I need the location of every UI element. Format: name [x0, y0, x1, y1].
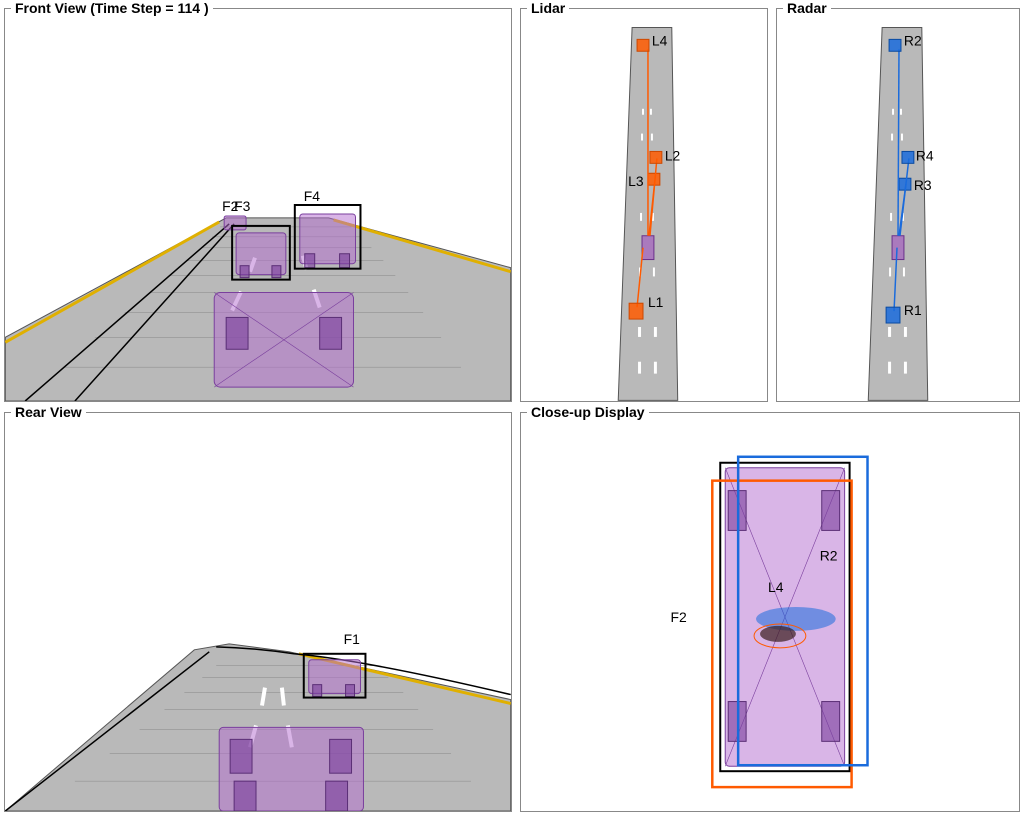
rear-view-panel: Rear View F1	[4, 412, 512, 812]
lidar-panel: Lidar L1 L3	[520, 8, 768, 402]
lidar-L4-label: L4	[652, 32, 668, 48]
target-F3	[232, 226, 290, 280]
lidar-L3-label: L3	[628, 173, 644, 189]
closeup-radar-label: R2	[820, 547, 838, 563]
front-view-canvas: F2 F3 F4	[5, 9, 511, 401]
lidar-L2-label: L2	[665, 147, 681, 163]
radar-ego	[892, 236, 904, 260]
radar-R2-label: R2	[904, 32, 922, 48]
closeup-lidar-label: L4	[768, 579, 784, 595]
lidar-canvas: L1 L3 L2 L4	[521, 9, 767, 401]
radar-panel: Radar R1 R3	[776, 8, 1020, 402]
target-F1: F1	[304, 631, 366, 698]
ego-vehicle-rear	[219, 727, 363, 811]
radar-R4-label: R4	[916, 147, 934, 163]
lidar-ego	[642, 236, 654, 260]
lidar-L1-label: L1	[648, 294, 664, 310]
closeup-fused-label: F2	[671, 609, 688, 625]
closeup-panel: Close-up Display F2 L4 R2	[520, 412, 1020, 812]
closeup-canvas: F2 L4 R2	[521, 413, 1019, 811]
radar-canvas: R1 R3 R4 R2	[777, 9, 1019, 401]
ego-vehicle-front	[214, 293, 353, 388]
target-F1-label: F1	[344, 631, 361, 647]
target-F4: F4	[295, 188, 361, 269]
radar-R1-label: R1	[904, 302, 922, 318]
target-F3-toplabel: F3	[234, 198, 250, 214]
front-view-panel: Front View (Time Step = 114 )	[4, 8, 512, 402]
target-F4-label: F4	[304, 188, 320, 204]
radar-R3-label: R3	[914, 177, 932, 193]
rear-view-canvas: F1	[5, 413, 511, 811]
